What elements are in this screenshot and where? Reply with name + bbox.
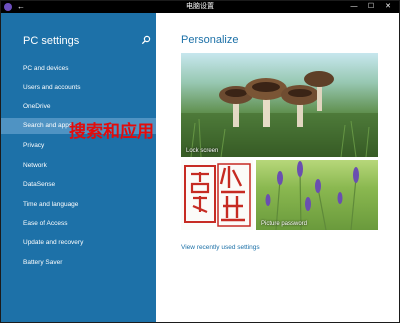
sidebar-item-label: OneDrive — [23, 103, 51, 110]
account-picture-tile[interactable] — [181, 160, 253, 230]
sidebar-item-label: Update and recovery — [23, 239, 84, 246]
sidebar-item-label: PC and devices — [23, 65, 69, 72]
lock-screen-image — [181, 71, 378, 157]
sidebar-item-update-and-recovery[interactable]: Update and recovery — [1, 235, 156, 251]
annotation-label: 搜索和应用 — [69, 122, 154, 142]
sidebar-item-label: Search and apps — [23, 122, 73, 129]
recent-settings-link[interactable]: View recently used settings — [181, 244, 260, 251]
sidebar-item-label: Battery Saver — [23, 259, 63, 266]
settings-window: ← 电脑设置 — ☐ ✕ PC settings PC and devices … — [0, 0, 400, 323]
sidebar-title: PC settings — [23, 35, 80, 47]
sidebar-item-network[interactable]: Network — [1, 158, 156, 174]
lavender-image — [265, 161, 359, 230]
sidebar-item-label: Ease of Access — [23, 220, 68, 227]
maximize-button[interactable]: ☐ — [364, 1, 378, 13]
sidebar-item-time-and-language[interactable]: Time and language — [1, 197, 156, 213]
picture-password-tile[interactable]: Picture password — [256, 160, 378, 230]
sidebar-item-label: Time and language — [23, 201, 79, 208]
picture-password-label: Picture password — [261, 221, 308, 227]
window-title: 电脑设置 — [186, 3, 214, 10]
sidebar-item-battery-saver[interactable]: Battery Saver — [1, 255, 156, 271]
sidebar-item-datasense[interactable]: DataSense — [1, 177, 156, 193]
minimize-button[interactable]: — — [347, 1, 361, 13]
lock-screen-tile[interactable]: Lock screen — [181, 53, 378, 157]
seal-stamp-image — [184, 163, 251, 227]
lock-screen-label: Lock screen — [186, 148, 219, 154]
search-icon[interactable] — [141, 35, 151, 45]
page-title: Personalize — [181, 34, 239, 46]
sidebar-item-users-and-accounts[interactable]: Users and accounts — [1, 80, 156, 96]
sidebar-item-label: DataSense — [23, 181, 56, 188]
sidebar-item-ease-of-access[interactable]: Ease of Access — [1, 216, 156, 232]
sidebar-item-label: Network — [23, 162, 47, 169]
sidebar: PC settings PC and devices Users and acc… — [1, 13, 156, 322]
close-button[interactable]: ✕ — [381, 1, 395, 13]
sidebar-item-onedrive[interactable]: OneDrive — [1, 99, 156, 115]
title-bar: ← 电脑设置 — ☐ ✕ — [1, 1, 399, 13]
sidebar-item-pc-and-devices[interactable]: PC and devices — [1, 61, 156, 77]
sidebar-item-label: Users and accounts — [23, 84, 81, 91]
sidebar-item-label: Privacy — [23, 142, 45, 149]
